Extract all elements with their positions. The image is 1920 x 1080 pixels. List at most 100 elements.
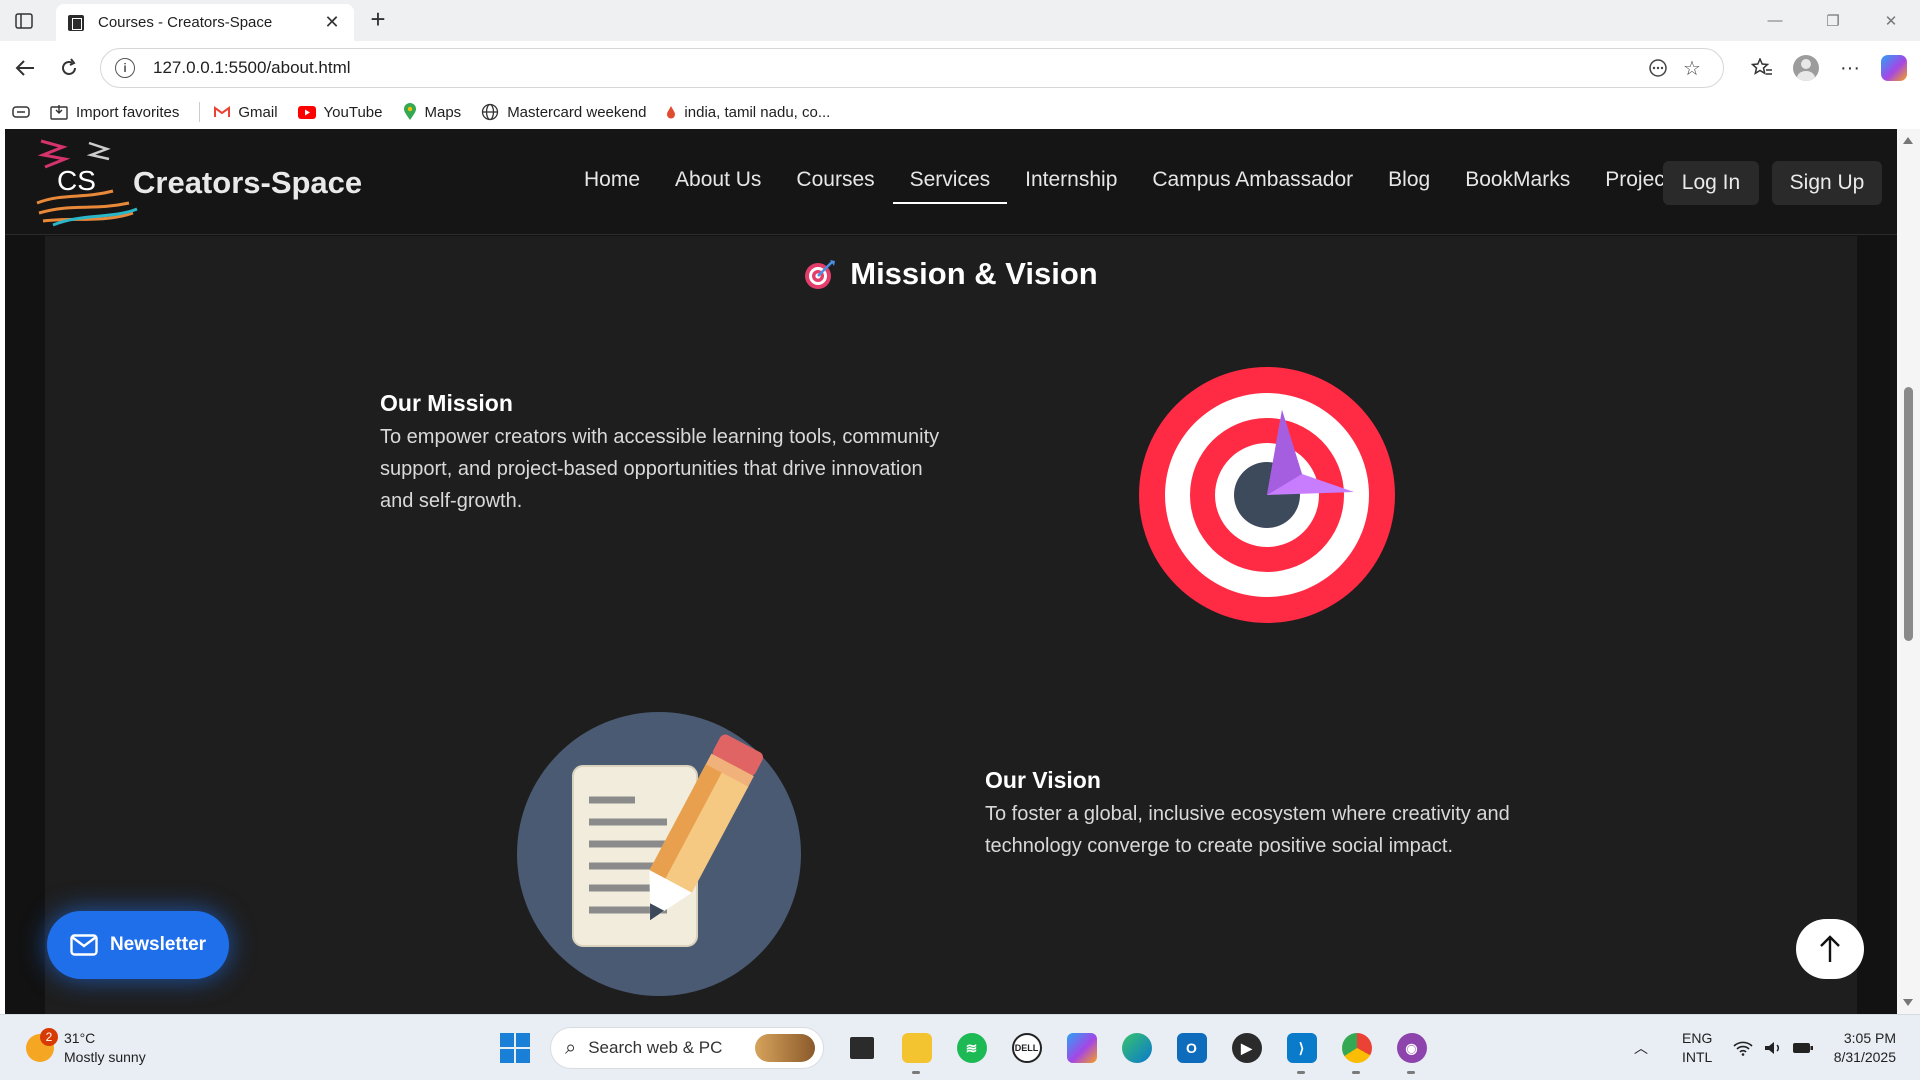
fav-gmail[interactable]: Gmail <box>214 104 278 121</box>
section-heading: Mission & Vision <box>45 256 1857 292</box>
vision-text-line: technology converge to create positive s… <box>985 835 1454 857</box>
file-explorer-icon[interactable] <box>889 1028 944 1074</box>
fav-label: YouTube <box>323 103 383 121</box>
browser-tab-bar: Courses - Creators-Space ✕ + — ❐ ✕ <box>0 0 1920 41</box>
fav-weather-link[interactable]: india, tamil nadu, co... <box>666 104 830 121</box>
vision-text-line: To foster a global, inclusive ecosystem … <box>985 803 1510 825</box>
mission-text: To empower creators with accessible lear… <box>380 421 980 517</box>
scroll-thumb[interactable] <box>1904 387 1913 641</box>
weather-temp: 31°C <box>64 1030 96 1046</box>
windows-taskbar: 2 31°C Mostly sunny ⌕ Search web & PC ≋ … <box>0 1014 1920 1080</box>
url-text[interactable]: 127.0.0.1:5500/about.html <box>153 58 1641 78</box>
newsletter-button[interactable]: Newsletter <box>47 911 229 979</box>
dart-target-icon <box>805 260 836 289</box>
close-window-icon[interactable]: ✕ <box>1862 0 1920 41</box>
wifi-icon[interactable] <box>1730 1035 1756 1061</box>
mission-text-line: and self-growth. <box>380 490 523 512</box>
new-tab-button[interactable]: + <box>364 6 392 34</box>
signup-button[interactable]: Sign Up <box>1772 161 1882 205</box>
vscode-icon[interactable]: ⟩ <box>1274 1028 1329 1074</box>
sun-icon: 2 <box>26 1028 58 1062</box>
fav-import-favorites[interactable]: Import favorites <box>50 104 179 121</box>
scroll-to-top-button[interactable] <box>1796 919 1864 979</box>
window-controls: — ❐ ✕ <box>1746 0 1920 41</box>
nav-item-about-us[interactable]: About Us <box>658 161 778 204</box>
tab-title: Courses - Creators-Space <box>98 14 273 31</box>
browser-tab[interactable]: Courses - Creators-Space ✕ <box>56 4 354 41</box>
nav-item-bookmarks[interactable]: BookMarks <box>1448 161 1587 204</box>
mission-text-line: To empower creators with accessible lear… <box>380 426 940 448</box>
brand-name[interactable]: Creators-Space <box>133 165 362 201</box>
copilot-app-icon[interactable] <box>1054 1028 1109 1068</box>
fav-label: Mastercard weekend <box>507 103 647 121</box>
close-tab-icon[interactable]: ✕ <box>322 12 342 33</box>
nav-item-blog[interactable]: Blog <box>1371 161 1447 204</box>
newsletter-label: Newsletter <box>109 934 207 955</box>
tab-actions-icon[interactable] <box>12 10 36 32</box>
refresh-icon[interactable] <box>54 53 84 83</box>
clock-date: 8/31/2025 <box>1833 1049 1896 1065</box>
fav-mastercard-weekend[interactable]: Mastercard weekend <box>481 103 646 121</box>
logo-text: CS <box>57 165 96 196</box>
login-button[interactable]: Log In <box>1663 161 1759 205</box>
back-icon[interactable] <box>10 53 40 83</box>
more-options-icon[interactable]: ··· <box>1828 48 1872 88</box>
dell-icon[interactable]: DELL <box>999 1028 1054 1068</box>
minimize-icon[interactable]: — <box>1746 0 1804 41</box>
fav-label: Maps <box>424 103 462 121</box>
taskbar-search[interactable]: ⌕ Search web & PC <box>550 1027 824 1069</box>
site-logo[interactable]: CS <box>33 133 139 233</box>
page-viewport: CS Creators-Space Home About Us Courses Ser… <box>0 129 1920 1014</box>
mission-vision-section: Mission & Vision Our Mission To empower … <box>45 236 1857 1014</box>
language-indicator[interactable]: ENG INTL <box>1682 1029 1712 1067</box>
edge-icon[interactable] <box>1109 1028 1164 1068</box>
favorites-divider <box>199 102 201 122</box>
page-scrollbar[interactable] <box>1897 129 1920 1014</box>
favorites-icon[interactable] <box>1740 48 1784 88</box>
fav-label: india, tamil nadu, co... <box>684 103 831 121</box>
search-highlight-icon <box>755 1034 815 1062</box>
nav-item-internship[interactable]: Internship <box>1008 161 1134 204</box>
battery-icon[interactable] <box>1790 1035 1816 1061</box>
search-icon: ⌕ <box>565 1036 577 1059</box>
address-toolbar: i 127.0.0.1:5500/about.html ☆ ··· <box>0 41 1920 95</box>
vision-notepad-illustration <box>517 712 801 996</box>
section-title: Mission & Vision <box>850 256 1098 291</box>
scroll-down-arrow-icon[interactable] <box>1903 999 1913 1006</box>
nav-item-services[interactable]: Services <box>892 161 1008 204</box>
nav-item-home[interactable]: Home <box>567 161 657 204</box>
browser-tools: ··· <box>1740 48 1916 88</box>
page-body: CS Creators-Space Home About Us Courses Ser… <box>5 129 1897 1014</box>
volume-icon[interactable] <box>1760 1035 1786 1061</box>
url-bar[interactable]: i 127.0.0.1:5500/about.html ☆ <box>100 48 1724 88</box>
windows-start-icon[interactable] <box>500 1033 530 1063</box>
gmail-icon <box>214 106 231 118</box>
maps-icon <box>403 103 417 121</box>
chrome-icon[interactable] <box>1329 1028 1384 1074</box>
task-view-icon[interactable] <box>834 1028 889 1068</box>
outlook-icon[interactable]: O <box>1164 1028 1219 1068</box>
site-info-icon[interactable]: i <box>115 58 135 78</box>
nav-item-campus-ambassador[interactable]: Campus Ambassador <box>1135 161 1370 204</box>
profile-icon[interactable] <box>1784 48 1828 88</box>
youtube-icon <box>297 105 316 119</box>
chevron-up-icon[interactable]: ︿ <box>1628 1035 1654 1061</box>
spotify-icon[interactable]: ≋ <box>944 1028 999 1068</box>
github-desktop-icon[interactable]: ◉ <box>1384 1028 1439 1074</box>
media-player-icon[interactable]: ▶ <box>1219 1028 1274 1068</box>
clock-time: 3:05 PM <box>1843 1030 1896 1046</box>
taskbar-clock[interactable]: 3:05 PM 8/31/2025 <box>1834 1029 1896 1067</box>
restore-icon[interactable]: ❐ <box>1804 0 1862 41</box>
tab-search-icon[interactable] <box>12 105 30 119</box>
copilot-icon[interactable] <box>1872 48 1916 88</box>
fav-youtube[interactable]: YouTube <box>297 103 383 121</box>
arrow-up-icon <box>1820 935 1840 962</box>
system-tray: ︿ ENG INTL <box>1628 1029 1820 1067</box>
main-menu: Home About Us Courses Services Internship Cam… <box>567 161 1699 204</box>
weather-widget[interactable]: 2 31°C Mostly sunny <box>26 1028 146 1067</box>
fav-maps[interactable]: Maps <box>403 103 462 121</box>
reading-mode-icon[interactable] <box>1641 51 1675 85</box>
nav-item-courses[interactable]: Courses <box>779 161 891 204</box>
favorite-star-icon[interactable]: ☆ <box>1675 51 1709 85</box>
scroll-up-arrow-icon[interactable] <box>1903 137 1913 144</box>
